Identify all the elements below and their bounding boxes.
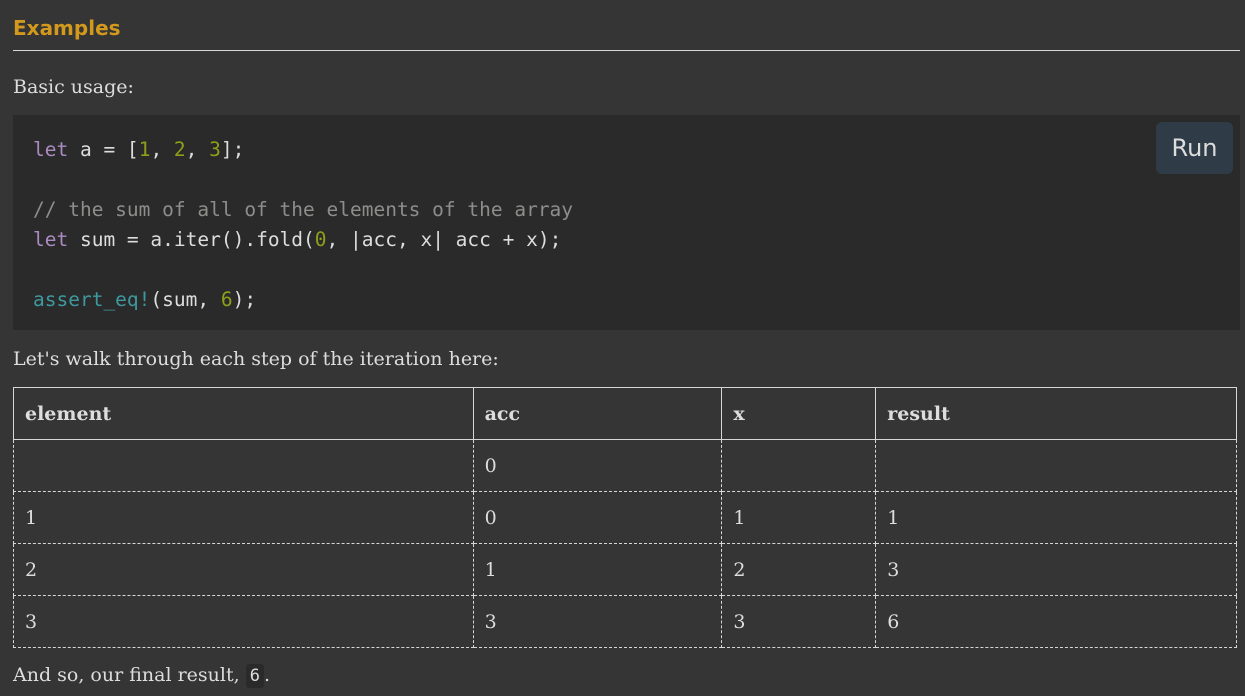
code-block: let a = [1, 2, 3]; // the sum of all of …	[13, 115, 1240, 330]
code-text: , |acc, x| acc + x);	[326, 228, 562, 251]
cell-result: 3	[875, 543, 1237, 596]
cell-x: 3	[721, 595, 877, 648]
code-number: 2	[173, 138, 186, 161]
table-row: 0	[13, 439, 1237, 492]
code-text: sum = a.iter().fold(	[68, 228, 315, 251]
cell-x	[721, 439, 877, 492]
heading-divider	[13, 50, 1240, 51]
header-element: element	[13, 387, 474, 440]
table-row: 3 3 3 6	[13, 595, 1237, 648]
code-number: 1	[138, 138, 151, 161]
conclusion-prefix: And so, our final result,	[13, 664, 246, 686]
cell-element: 1	[13, 491, 474, 544]
cell-element: 3	[13, 595, 474, 648]
cell-acc: 3	[472, 595, 723, 648]
intro-text: Basic usage:	[13, 76, 134, 98]
table-row: 2 1 2 3	[13, 543, 1237, 596]
section-heading: Examples	[13, 16, 121, 40]
cell-x: 1	[721, 491, 877, 544]
cell-acc: 1	[472, 543, 723, 596]
iteration-table: element acc x result 0 1 0 1 1 2 1 2 3 3…	[13, 387, 1237, 648]
code-comment: // the sum of all of the elements of the…	[33, 198, 574, 221]
conclusion-text: And so, our final result, 6.	[13, 662, 270, 689]
run-button[interactable]: Run	[1156, 122, 1233, 174]
cell-result	[875, 439, 1237, 492]
header-x: x	[721, 387, 877, 440]
cell-acc: 0	[472, 491, 723, 544]
code-number: 3	[209, 138, 221, 161]
conclusion-suffix: .	[263, 664, 270, 686]
cell-x: 2	[721, 543, 877, 596]
cell-result: 6	[875, 595, 1237, 648]
code-content: let a = [1, 2, 3]; // the sum of all of …	[33, 135, 573, 315]
code-text: ,	[185, 138, 210, 161]
table-row: 1 0 1 1	[13, 491, 1237, 544]
code-macro: assert_eq!	[33, 288, 151, 311]
cell-element: 2	[13, 543, 474, 596]
code-text: ,	[150, 138, 174, 161]
code-keyword: let	[33, 228, 69, 251]
code-number: 6	[220, 288, 233, 311]
code-number: 0	[314, 228, 327, 251]
code-line-1: let a = [1, 2, 3];	[33, 138, 244, 161]
cell-result: 1	[875, 491, 1237, 544]
inline-code-result: 6	[245, 664, 264, 688]
code-line-5: assert_eq!(sum, 6);	[33, 288, 256, 311]
header-result: result	[875, 387, 1237, 440]
walkthrough-text: Let's walk through each step of the iter…	[13, 348, 499, 370]
header-acc: acc	[472, 387, 723, 440]
table-header-row: element acc x result	[13, 387, 1237, 440]
code-line-3: let sum = a.iter().fold(0, |acc, x| acc …	[33, 228, 561, 251]
code-text: ];	[220, 138, 245, 161]
code-text: );	[232, 288, 257, 311]
code-text: (sum,	[150, 288, 221, 311]
cell-acc: 0	[472, 439, 723, 492]
cell-element	[13, 439, 474, 492]
code-keyword: let	[33, 138, 69, 161]
code-text: a = [	[68, 138, 139, 161]
